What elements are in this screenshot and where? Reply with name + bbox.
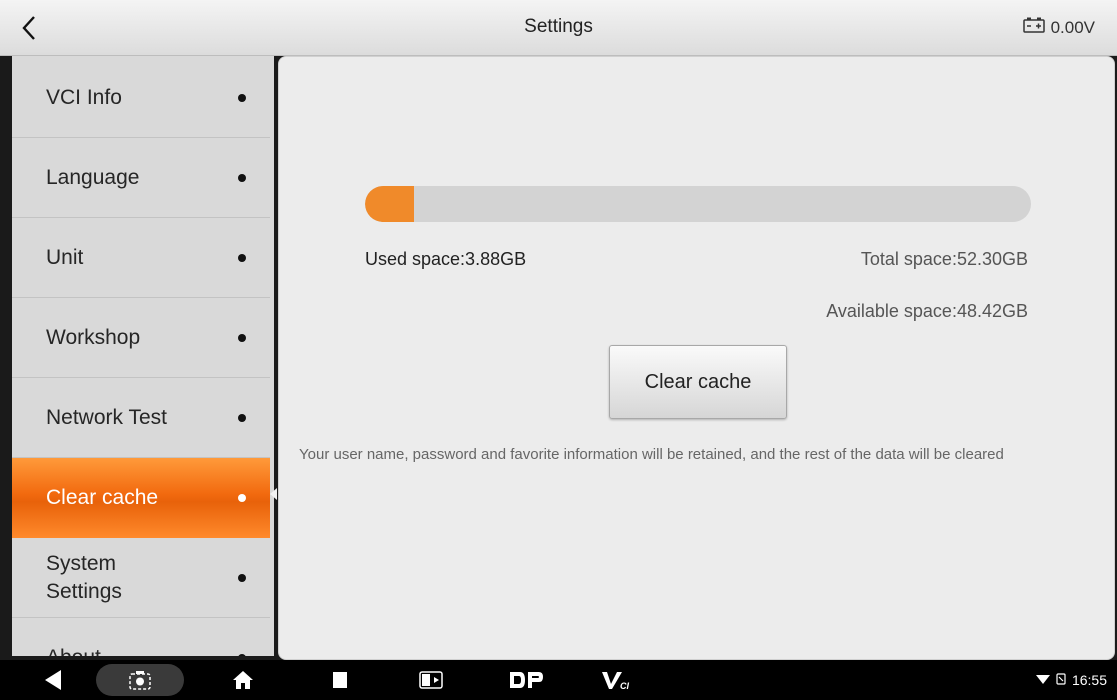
sidebar: VCI Info Language Unit Workshop Network … xyxy=(12,56,274,656)
sidebar-item-label: Clear cache xyxy=(46,486,159,509)
used-space-label: Used space:3.88GB xyxy=(365,249,527,269)
sidebar-item-unit[interactable]: Unit xyxy=(12,218,270,298)
battery-icon xyxy=(1022,17,1045,38)
page-title: Settings xyxy=(524,16,593,37)
bullet-icon xyxy=(238,653,246,656)
voltage-value: 0.00V xyxy=(1050,17,1095,37)
bullet-icon xyxy=(238,333,246,342)
sidebar-item-about[interactable]: About xyxy=(12,618,270,656)
sidebar-item-label: System Settings xyxy=(46,551,122,603)
sidebar-item-label: About xyxy=(46,646,101,657)
active-pointer xyxy=(270,488,277,500)
sidebar-item-label: Language xyxy=(46,165,140,189)
dp-app-icon[interactable] xyxy=(506,660,546,700)
storage-used-fill xyxy=(365,186,415,222)
voltage-indicator: 0.00V xyxy=(1022,17,1095,38)
recents-icon[interactable] xyxy=(328,660,352,700)
sidebar-item-clear-cache[interactable]: Clear cache xyxy=(12,458,270,538)
signal-icon xyxy=(1056,672,1066,689)
svg-text:CI: CI xyxy=(620,681,629,691)
clear-cache-button[interactable]: Clear cache xyxy=(609,345,787,419)
status-area: 16:55 xyxy=(1035,660,1107,700)
android-nav-bar: CI 16:55 xyxy=(0,660,1117,700)
bullet-icon xyxy=(238,253,246,262)
sidebar-item-label: VCI Info xyxy=(46,85,122,109)
available-space-label: Available space:48.42GB xyxy=(826,301,1028,321)
bullet-icon xyxy=(238,173,246,182)
screenshot-icon[interactable] xyxy=(96,664,184,696)
sidebar-item-network-test[interactable]: Network Test xyxy=(12,378,270,458)
back-triangle-icon[interactable] xyxy=(38,660,68,700)
vci-app-icon[interactable]: CI xyxy=(598,660,634,700)
dual-screen-icon[interactable] xyxy=(416,660,446,700)
bullet-icon xyxy=(238,573,246,582)
clear-cache-panel: Used space:3.88GB Total space:52.30GB Av… xyxy=(278,56,1115,660)
sidebar-item-workshop[interactable]: Workshop xyxy=(12,298,270,378)
bullet-icon xyxy=(238,93,246,102)
status-time: 16:55 xyxy=(1071,672,1107,688)
wifi-icon xyxy=(1035,672,1050,688)
title-bar: Settings 0.00V xyxy=(0,0,1117,56)
clear-cache-note: Your user name, password and favorite in… xyxy=(299,446,1004,463)
sidebar-item-label: Network Test xyxy=(46,405,167,429)
bullet-icon xyxy=(238,494,246,502)
sidebar-item-vci-info[interactable]: VCI Info xyxy=(12,58,270,138)
storage-progress-bar xyxy=(365,186,1031,222)
sidebar-item-label: Workshop xyxy=(46,325,141,349)
sidebar-item-language[interactable]: Language xyxy=(12,138,270,218)
sidebar-item-system-settings[interactable]: System Settings xyxy=(12,538,270,618)
home-icon[interactable] xyxy=(228,660,258,700)
total-space-label: Total space:52.30GB xyxy=(860,249,1028,269)
bullet-icon xyxy=(238,413,246,422)
sidebar-item-label: Unit xyxy=(46,245,84,269)
